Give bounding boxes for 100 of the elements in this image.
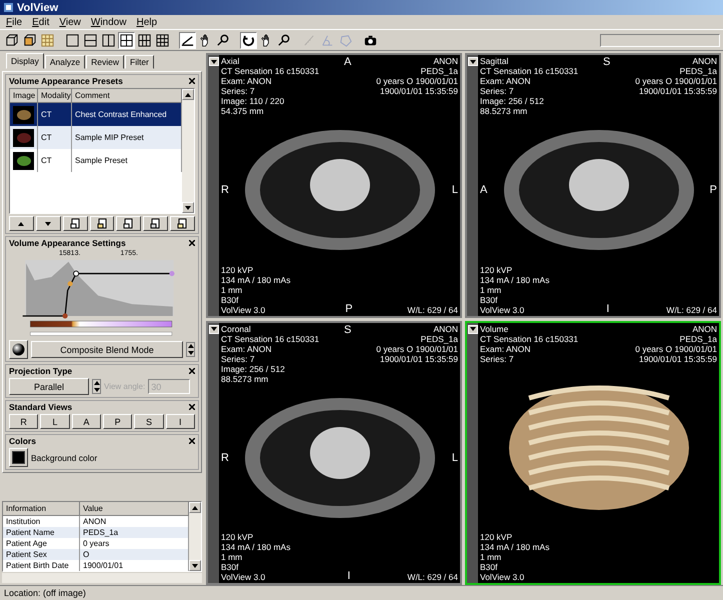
viewport-frame[interactable]: Axial CT Sensation 16 c150331 Exam: ANON Series: 7 Image: 110 / 220 54.375 mm A ANON PEDS_1a 0 years O 1900/01/01 1900/01/01 15:35:59 R L 120 kVP 134 mA / 180 mAs 1 mm B30f VolView 3.0 P W/L: 629 / 64 [206, 53, 462, 318]
scrollbar[interactable] [182, 89, 194, 213]
overlay-text: CT Sensation 16 c150331 [221, 66, 320, 76]
toolbar-button[interactable] [82, 32, 99, 48]
view-button[interactable]: L [40, 414, 70, 429]
preset-action-button[interactable] [90, 216, 114, 231]
orientation-label: I [606, 302, 610, 314]
window-level-text: W/L: 629 / 64 [666, 304, 717, 314]
projection-dropdown[interactable]: Parallel [9, 378, 89, 395]
view-button[interactable]: P [102, 414, 132, 429]
viewport-frame[interactable]: Volume CT Sensation 16 c150331 Exam: ANON Series: 7 ANON PEDS_1a 0 years O 1900/01/01 1900/01/01 15:35:59 120 kVP 134 mA / 180 mAs 1 mm B30f VolView 3.0 [465, 320, 721, 585]
menu-item[interactable]: View [59, 16, 81, 28]
toolbar-button[interactable] [179, 32, 196, 48]
close-icon[interactable] [189, 368, 195, 374]
copy-icon [96, 218, 108, 229]
tab[interactable]: Review [86, 55, 124, 69]
view-button[interactable]: I [166, 414, 195, 429]
menu-item[interactable]: Edit [32, 16, 50, 28]
move-up-button[interactable] [9, 216, 34, 231]
overlay-text: 54.375 mm [221, 106, 264, 116]
toolbar-button[interactable] [154, 32, 171, 48]
overlay-text: Sagittal [480, 56, 508, 66]
viewport-menu-button[interactable] [468, 57, 478, 66]
down-arrow-icon [470, 327, 476, 331]
toolbar-button[interactable] [240, 32, 257, 48]
toolbar-button[interactable] [136, 32, 153, 48]
viewport-frame[interactable] [465, 53, 721, 318]
preset-action-button[interactable] [62, 216, 88, 231]
table-cell: CT [41, 156, 52, 165]
menu-item[interactable]: Window [90, 16, 126, 28]
overlay-text: PEDS_1a [680, 334, 717, 344]
viewport-menu-button[interactable] [468, 324, 478, 334]
overlay-text: 134 mA / 180 mAs [221, 542, 290, 552]
close-icon[interactable] [189, 404, 195, 410]
overlay-text: 1 mm [480, 552, 502, 562]
grid-icon [40, 32, 55, 48]
preset-row[interactable]: CT Sample Preset [10, 149, 182, 172]
orientation-label: P [345, 302, 353, 314]
window-title: VolView [17, 2, 58, 14]
up-arrow-icon [185, 92, 191, 96]
view-button[interactable]: A [72, 414, 101, 429]
spin-button[interactable] [92, 379, 101, 394]
tab[interactable]: Display [6, 53, 44, 69]
table-cell: Institution [6, 517, 40, 526]
up-arrow-icon [192, 506, 198, 510]
toolbar-button[interactable] [100, 32, 117, 48]
horizontal-scrollbar[interactable] [2, 572, 202, 583]
toolbar-button[interactable] [118, 32, 135, 48]
viewport-menu-button[interactable] [208, 57, 218, 66]
orientation-label: I [347, 570, 350, 582]
view-button[interactable]: S [134, 414, 164, 429]
color-swatch [12, 451, 25, 464]
overlay-text: Axial [221, 56, 240, 66]
overlay-text: ANON [692, 324, 717, 334]
view-button[interactable]: R [9, 414, 38, 429]
toolbar-button[interactable] [64, 32, 81, 48]
overlay-text: 0 years O 1900/01/01 [376, 344, 458, 354]
viewport-menu-button[interactable] [208, 324, 218, 334]
preset-row[interactable]: CT Chest Contrast Enhanced [10, 103, 182, 126]
overlay-text: CT Sensation 16 c150331 [480, 66, 578, 76]
overlay-text: 1900/01/01 15:35:59 [380, 86, 458, 96]
overlay-text: B30f [221, 294, 238, 304]
overlay-text: VolView 3.0 [221, 572, 266, 582]
orientation-label: L [452, 452, 458, 464]
section-title: Colors [9, 436, 36, 446]
shading-button[interactable] [9, 340, 28, 359]
spin-button[interactable] [186, 342, 195, 357]
polygon-icon [338, 32, 353, 48]
overlay-text: Coronal [221, 324, 251, 334]
preset-row[interactable]: CT Sample MIP Preset [10, 126, 182, 149]
table-cell: PEDS_1a [83, 528, 118, 537]
overlay-text: B30f [221, 562, 238, 572]
close-icon[interactable] [189, 438, 195, 444]
section-title: Projection Type [9, 366, 72, 376]
overlay-text: PEDS_1a [420, 66, 458, 76]
color-button[interactable] [9, 448, 28, 467]
menu-item[interactable]: File [6, 16, 22, 28]
preset-action-button[interactable] [170, 216, 196, 231]
overlay-text: 134 mA / 180 mAs [480, 274, 550, 284]
viewport-frame[interactable] [206, 320, 462, 585]
tab[interactable]: Analyze [44, 55, 86, 69]
overlay-text: 0 years O 1900/01/01 [635, 344, 717, 354]
orientation-label: S [603, 56, 610, 68]
overlay-text: 1 mm [480, 284, 502, 294]
close-icon[interactable] [189, 78, 195, 84]
blend-mode-dropdown[interactable]: Composite Blend Mode [31, 341, 183, 358]
overlay-text: 1900/01/01 15:35:59 [639, 354, 717, 364]
preset-action-button[interactable] [116, 216, 142, 231]
table-cell: Sample Preset [75, 156, 128, 165]
zoom-icon [216, 32, 231, 48]
overlay-text: VolView 3.0 [480, 304, 524, 314]
preset-action-button[interactable] [143, 216, 168, 231]
close-icon[interactable] [189, 240, 195, 246]
up-arrow-icon [188, 344, 194, 348]
move-down-button[interactable] [36, 216, 61, 231]
scrollbar[interactable] [189, 502, 201, 571]
tab[interactable]: Filter [125, 55, 154, 69]
up-arrow-icon [94, 381, 100, 386]
status-text: Location: (off image) [4, 588, 86, 598]
menu-item[interactable]: Help [136, 16, 158, 28]
